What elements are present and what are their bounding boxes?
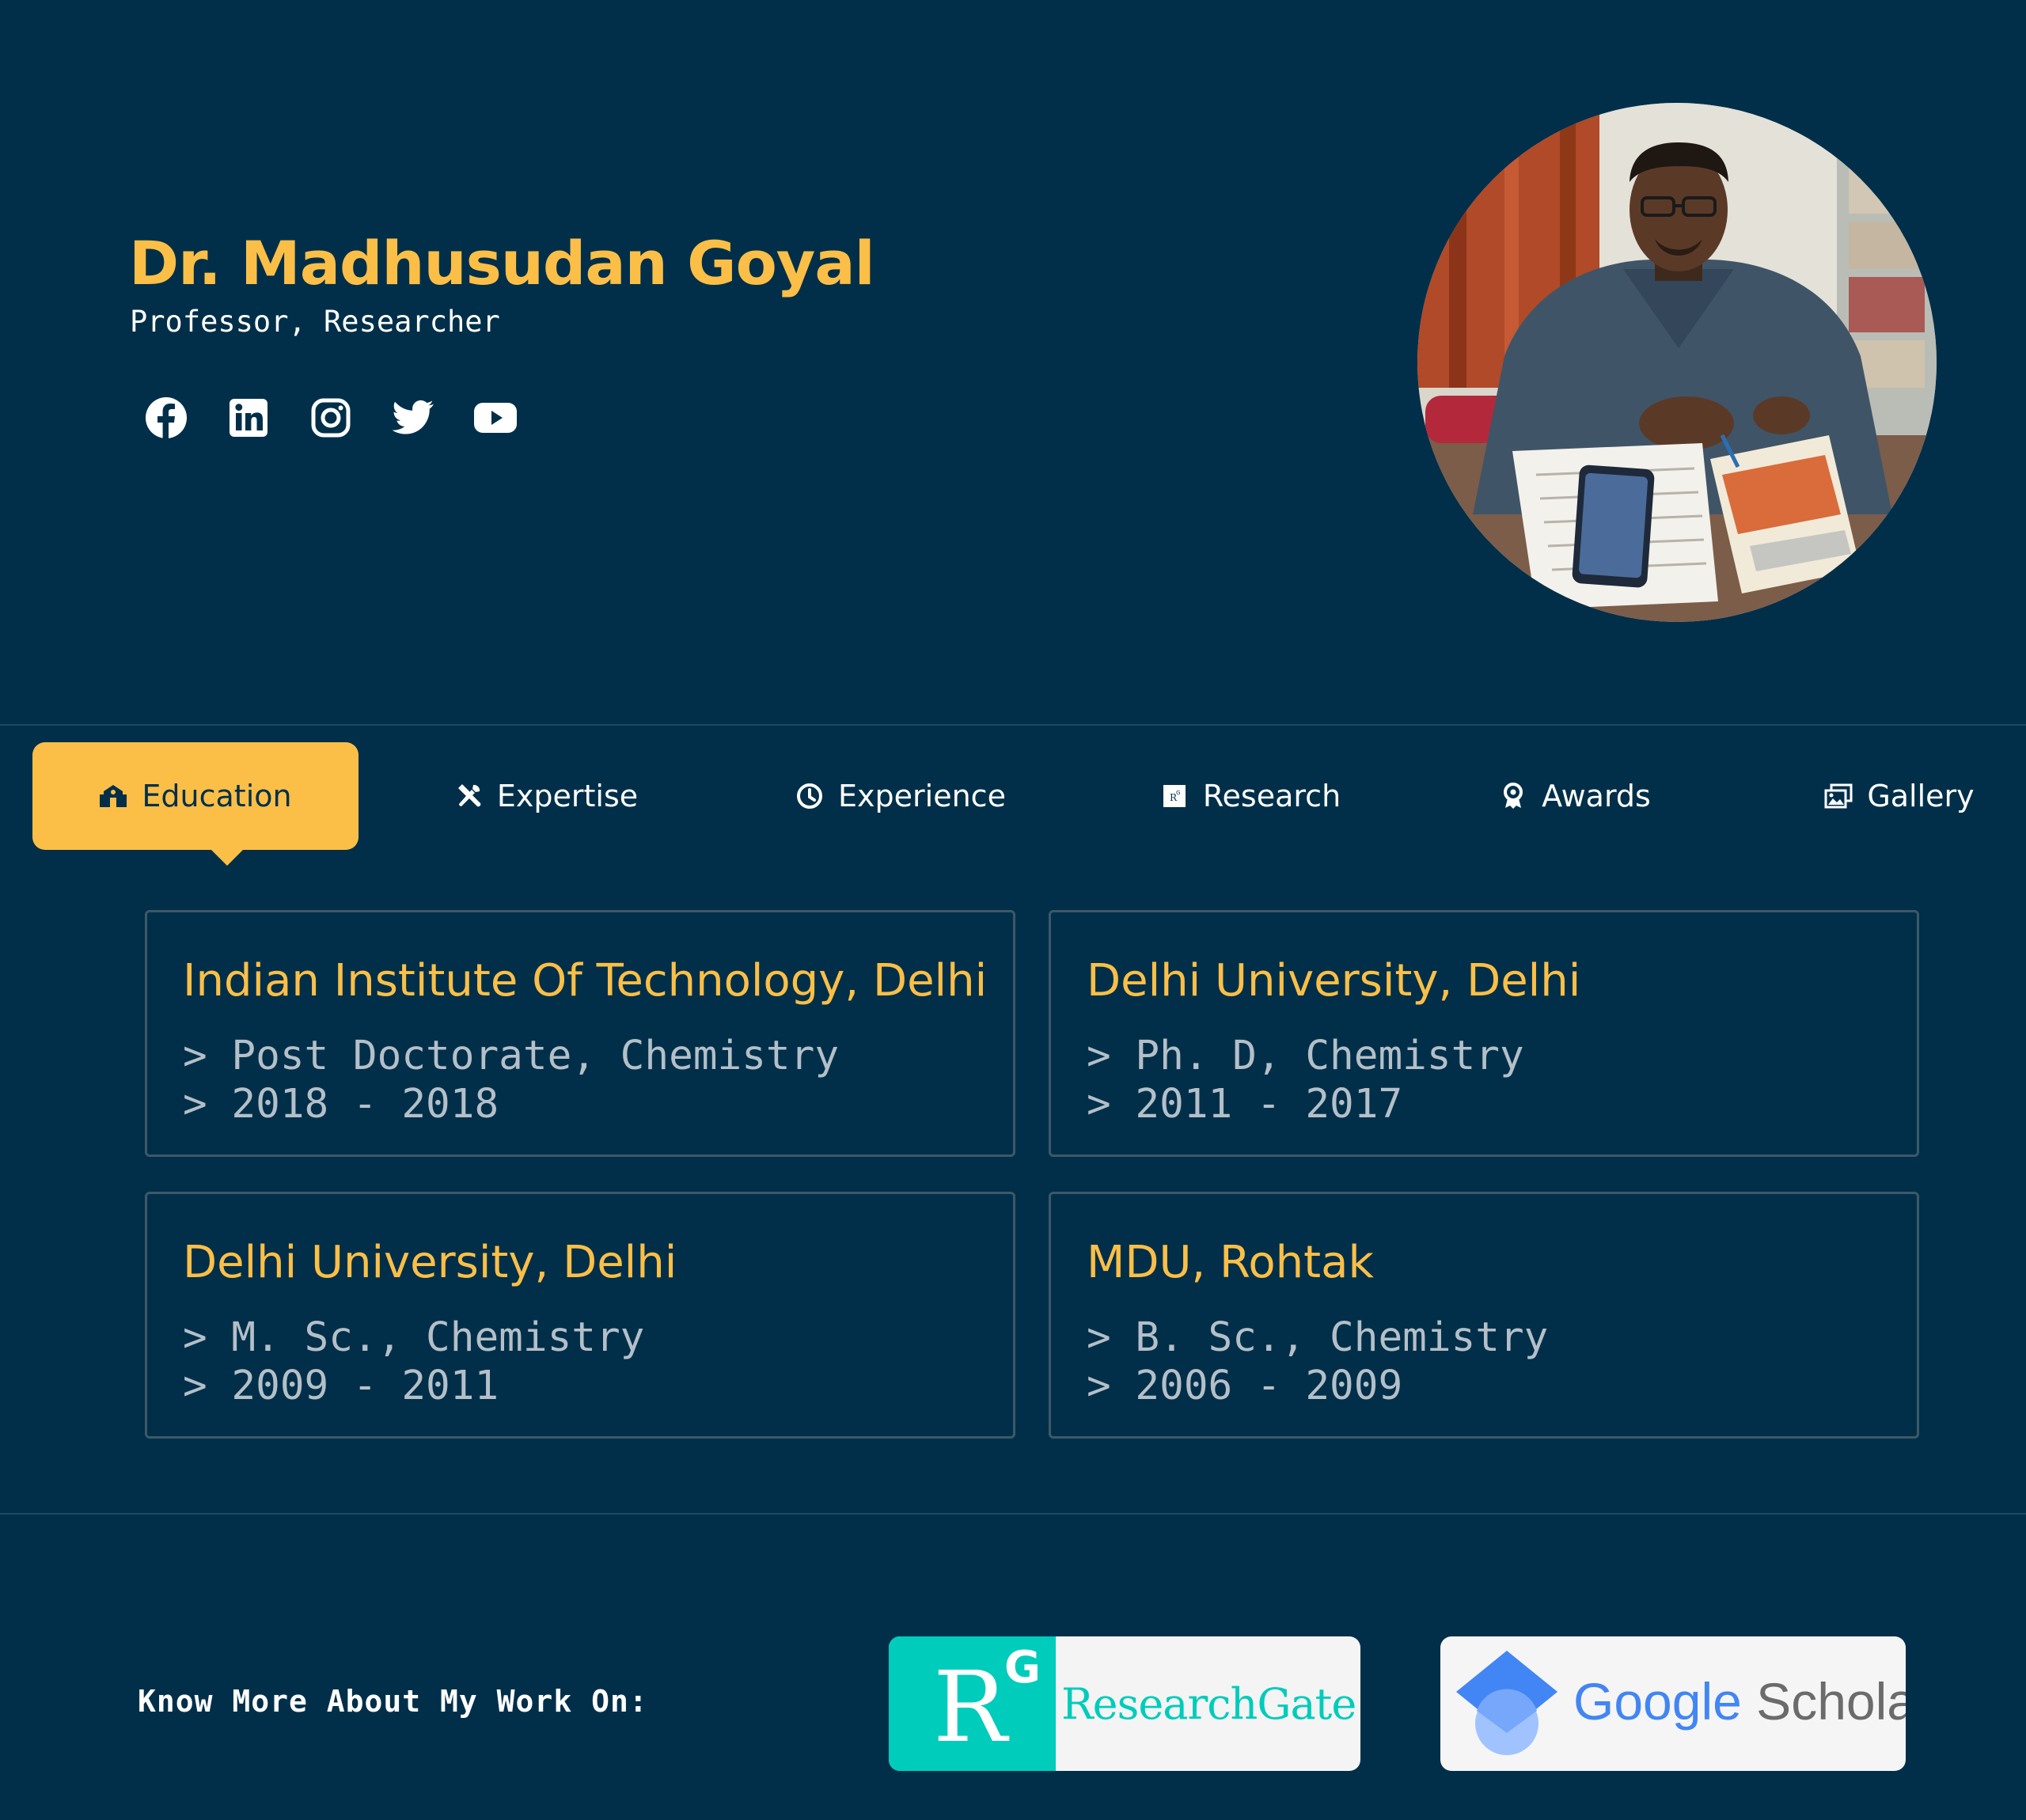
profile-name: Dr. Madhusudan Goyal bbox=[129, 228, 875, 298]
linkedin-icon bbox=[230, 399, 267, 437]
tab-awards-label: Awards bbox=[1542, 779, 1651, 813]
researchgate-link[interactable]: R G ResearchGate bbox=[889, 1636, 1360, 1771]
google-scholar-logo-icon bbox=[1456, 1651, 1557, 1755]
education-card: Indian Institute Of Technology, Delhi > … bbox=[145, 910, 1015, 1157]
education-institution: Delhi University, Delhi bbox=[183, 1237, 677, 1288]
education-years: > 2011 - 2017 bbox=[1087, 1081, 1403, 1128]
tab-expertise[interactable]: Expertise bbox=[412, 742, 681, 850]
education-card: Delhi University, Delhi > M. Sc., Chemis… bbox=[145, 1192, 1015, 1439]
tab-education-label: Education bbox=[142, 779, 292, 813]
hero-section: Dr. Madhusudan Goyal Professor, Research… bbox=[0, 0, 2026, 725]
education-years: > 2006 - 2009 bbox=[1087, 1363, 1403, 1409]
know-more-label: Know More About My Work On: bbox=[138, 1684, 648, 1719]
tab-awards[interactable]: Awards bbox=[1440, 742, 1709, 850]
researchgate-logo-g: G bbox=[1004, 1642, 1041, 1693]
profile-photo bbox=[1417, 103, 1937, 622]
google-wordmark: Google bbox=[1573, 1672, 1742, 1731]
scholar-wordmark: Scholar bbox=[1756, 1672, 1906, 1731]
profile-photo-illustration bbox=[1417, 103, 1937, 622]
section-divider bbox=[0, 1513, 2026, 1515]
award-icon bbox=[1504, 783, 1523, 809]
education-degree: > B. Sc., Chemistry bbox=[1087, 1314, 1549, 1361]
tab-gallery-label: Gallery bbox=[1867, 779, 1975, 813]
gallery-icon bbox=[1824, 783, 1853, 809]
instagram-link[interactable] bbox=[309, 396, 353, 440]
twitter-link[interactable] bbox=[391, 396, 435, 440]
facebook-icon bbox=[146, 397, 187, 438]
education-institution: Indian Institute Of Technology, Delhi bbox=[183, 955, 988, 1007]
education-years: > 2009 - 2011 bbox=[183, 1363, 499, 1409]
facebook-link[interactable] bbox=[144, 396, 188, 440]
education-degree: > M. Sc., Chemistry bbox=[183, 1314, 645, 1361]
linkedin-link[interactable] bbox=[226, 396, 271, 440]
tab-experience[interactable]: Experience bbox=[766, 742, 1035, 850]
tab-education[interactable]: Education bbox=[32, 742, 359, 866]
education-card: Delhi University, Delhi > Ph. D, Chemist… bbox=[1049, 910, 1919, 1157]
researchgate-label: ResearchGate bbox=[1061, 1679, 1356, 1729]
education-institution: Delhi University, Delhi bbox=[1087, 955, 1581, 1007]
clock-icon bbox=[797, 783, 823, 809]
tab-research-label: Research bbox=[1202, 779, 1341, 813]
tab-expertise-label: Expertise bbox=[496, 779, 639, 813]
social-links bbox=[144, 396, 518, 440]
section-divider bbox=[0, 724, 2026, 726]
education-institution: MDU, Rohtak bbox=[1087, 1237, 1374, 1288]
school-icon bbox=[100, 785, 127, 807]
tab-gallery[interactable]: Gallery bbox=[1773, 742, 2026, 850]
svg-text:G: G bbox=[1176, 790, 1180, 796]
tab-experience-label: Experience bbox=[838, 779, 1006, 813]
education-card: MDU, Rohtak > B. Sc., Chemistry > 2006 -… bbox=[1049, 1192, 1919, 1439]
education-years: > 2018 - 2018 bbox=[183, 1081, 499, 1128]
twitter-icon bbox=[392, 400, 434, 434]
education-degree: > Ph. D, Chemistry bbox=[1087, 1033, 1524, 1079]
researchgate-logo-icon: R G bbox=[889, 1636, 1056, 1771]
tab-research[interactable]: R G Research bbox=[1116, 742, 1385, 850]
instagram-icon bbox=[311, 398, 351, 438]
youtube-icon bbox=[474, 403, 517, 433]
google-scholar-link[interactable]: Google Scholar bbox=[1440, 1636, 1906, 1771]
google-scholar-label: Google Scholar bbox=[1573, 1671, 1906, 1731]
research-icon: R G bbox=[1163, 785, 1186, 807]
section-tabs: Education Expertise Experience R G Resea… bbox=[0, 742, 2026, 866]
education-degree: > Post Doctorate, Chemistry bbox=[183, 1033, 840, 1079]
tools-icon bbox=[457, 784, 481, 807]
profile-role: Professor, Researcher bbox=[130, 305, 500, 339]
researchgate-logo-r: R bbox=[933, 1651, 1007, 1765]
youtube-link[interactable] bbox=[473, 396, 518, 440]
